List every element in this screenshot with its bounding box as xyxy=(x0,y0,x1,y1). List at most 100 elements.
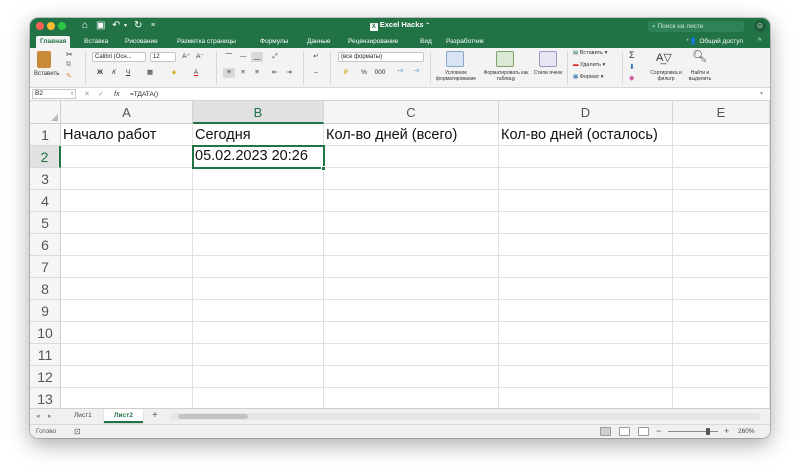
close-window-button[interactable] xyxy=(36,22,44,30)
percent-button[interactable]: % xyxy=(358,68,370,78)
row-header-2[interactable]: 2 xyxy=(30,146,61,168)
grid-cell[interactable] xyxy=(61,190,193,212)
row-header-12[interactable]: 12 xyxy=(30,366,61,388)
paste-icon[interactable] xyxy=(37,51,51,68)
tab-draw[interactable]: Рисование xyxy=(121,36,162,48)
row-header-6[interactable]: 6 xyxy=(30,234,61,256)
column-header-c[interactable]: C xyxy=(324,101,499,124)
grid-cell[interactable] xyxy=(61,278,193,300)
zoom-out-icon[interactable]: − xyxy=(656,425,661,437)
customize-toolbar-icon[interactable]: ≡ xyxy=(151,19,155,33)
grid-cell[interactable] xyxy=(61,168,193,190)
accessibility-icon[interactable]: ⊡ xyxy=(74,426,81,438)
row-header-3[interactable]: 3 xyxy=(30,168,61,190)
zoom-slider[interactable] xyxy=(668,431,718,432)
cell-b2[interactable]: 05.02.2023 20:26 xyxy=(192,145,325,169)
underline-button[interactable]: Ч xyxy=(122,68,134,78)
expand-formula-bar-icon[interactable]: ▾ xyxy=(760,89,763,100)
zoom-window-button[interactable] xyxy=(58,22,66,30)
grid-cell[interactable] xyxy=(673,190,770,212)
grid-cell[interactable] xyxy=(499,366,673,388)
row-header-13[interactable]: 13 xyxy=(30,388,61,408)
horizontal-scroll-thumb[interactable] xyxy=(178,414,248,419)
format-cells-button[interactable]: ▦ Формат ▾ xyxy=(573,74,604,80)
number-format-select[interactable]: (все форматы) xyxy=(338,52,424,62)
row-header-5[interactable]: 5 xyxy=(30,212,61,234)
column-header-e[interactable]: E xyxy=(673,101,770,124)
grid-cell[interactable] xyxy=(61,256,193,278)
align-bottom-icon[interactable]: ⎽ xyxy=(251,52,263,62)
conditional-format-icon[interactable] xyxy=(446,51,464,67)
insert-function-icon[interactable]: fx xyxy=(114,89,119,100)
clear-icon[interactable]: ◆ xyxy=(629,74,634,82)
row-header-4[interactable]: 4 xyxy=(30,190,61,212)
grid-cell[interactable] xyxy=(61,344,193,366)
page-break-view-icon[interactable] xyxy=(638,427,649,436)
row-header-11[interactable]: 11 xyxy=(30,344,61,366)
zoom-level[interactable]: 260% xyxy=(738,426,755,438)
grid-cell[interactable] xyxy=(193,366,324,388)
grid-cell[interactable] xyxy=(324,190,499,212)
share-button[interactable]: ⁺👤 Общий доступ xyxy=(686,36,743,48)
grid-cell[interactable] xyxy=(673,322,770,344)
font-name-select[interactable]: Calibri (Осн... xyxy=(92,52,146,62)
grid-cell[interactable] xyxy=(193,190,324,212)
grid-cell[interactable] xyxy=(324,300,499,322)
sort-filter-icon[interactable]: A͢▽ xyxy=(656,51,672,64)
tab-review[interactable]: Рецензирование xyxy=(344,36,402,48)
home-icon[interactable]: ⌂ xyxy=(82,19,88,33)
fill-icon[interactable]: ⬇ xyxy=(629,63,635,71)
grid-cell[interactable] xyxy=(673,124,770,146)
grid-cell[interactable] xyxy=(61,388,193,408)
column-header-b[interactable]: B xyxy=(193,101,324,124)
prev-sheet-icon[interactable]: ◂ xyxy=(36,411,40,423)
grid-cell[interactable] xyxy=(61,212,193,234)
undo-icon[interactable]: ↶ xyxy=(112,19,120,33)
tab-view[interactable]: Вид xyxy=(416,36,436,48)
name-box-stepper-icon[interactable]: ⇕ xyxy=(70,89,74,100)
grid-cell[interactable] xyxy=(193,322,324,344)
delete-cells-button[interactable]: ▬ Удалить ▾ xyxy=(573,62,605,68)
grid-cell[interactable] xyxy=(193,168,324,190)
tab-data[interactable]: Данные xyxy=(303,36,334,48)
cancel-entry-icon[interactable]: ✕ xyxy=(84,89,90,100)
align-middle-icon[interactable]: — xyxy=(237,52,249,62)
grid-cell[interactable] xyxy=(193,234,324,256)
row-header-9[interactable]: 9 xyxy=(30,300,61,322)
cell-styles-icon[interactable] xyxy=(539,51,557,67)
next-sheet-icon[interactable]: ▸ xyxy=(48,411,52,423)
grid-cell[interactable] xyxy=(499,256,673,278)
row-header-7[interactable]: 7 xyxy=(30,256,61,278)
tab-home[interactable]: Главная xyxy=(36,36,71,48)
find-icon[interactable]: 🔍︎ xyxy=(692,49,707,63)
undo-dropdown-icon[interactable]: ▾ xyxy=(124,19,127,33)
wrap-text-icon[interactable]: ↵ xyxy=(310,52,322,62)
decrease-decimal-icon[interactable]: ⁻⁰ xyxy=(410,68,422,78)
grid-cell[interactable] xyxy=(193,278,324,300)
thousands-button[interactable]: 000 xyxy=(372,68,388,78)
autosum-icon[interactable]: Σ xyxy=(629,50,635,60)
worksheet-grid[interactable]: A B C D E 1 2 3 4 5 6 7 8 9 10 11 12 13 … xyxy=(30,101,770,408)
search-sheet-input[interactable]: ⌕ Поиск на листе xyxy=(648,21,744,32)
align-left-icon[interactable]: ≡ xyxy=(223,68,235,78)
collapse-ribbon-icon[interactable]: ^ xyxy=(758,36,761,48)
align-top-icon[interactable]: ⎺ xyxy=(223,52,235,62)
cut-icon[interactable]: ✂ xyxy=(66,50,73,59)
borders-icon[interactable]: ▦ xyxy=(144,68,156,78)
grid-cell[interactable] xyxy=(324,344,499,366)
grid-cell[interactable] xyxy=(673,168,770,190)
tab-formulas[interactable]: Формулы xyxy=(256,36,292,48)
fill-color-icon[interactable]: ◈ xyxy=(168,68,180,78)
grid-cell[interactable] xyxy=(193,212,324,234)
grid-cell[interactable] xyxy=(673,388,770,408)
grid-cell[interactable] xyxy=(193,344,324,366)
merge-cells-icon[interactable]: ⇔ xyxy=(310,68,322,78)
column-header-d[interactable]: D xyxy=(499,101,673,124)
column-header-a[interactable]: A xyxy=(61,101,193,124)
grid-cell[interactable] xyxy=(193,256,324,278)
grid-cell[interactable] xyxy=(324,256,499,278)
grid-cell[interactable] xyxy=(324,322,499,344)
format-as-table-icon[interactable] xyxy=(496,51,514,67)
grid-cell[interactable] xyxy=(673,256,770,278)
grid-cell[interactable] xyxy=(324,388,499,408)
